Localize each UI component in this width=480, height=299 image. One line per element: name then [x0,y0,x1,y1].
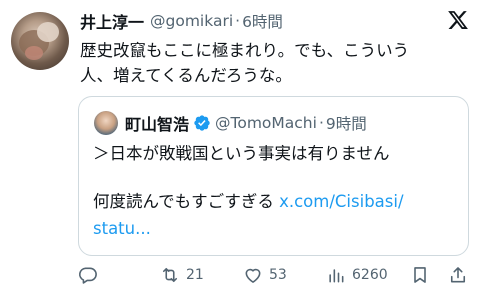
tweet-header: 井上淳一 @gomikari · 6時間 [80,10,283,32]
retweet-count: 21 [186,267,204,283]
tweet-text-line: 人、増えてくるんだろうな。 [80,66,292,85]
share-button[interactable] [448,265,468,285]
quoted-author-display-name: 町山智浩 [125,115,190,134]
quoted-tweet-comment: 何度読んでもすごすぎる [93,192,280,211]
x-logo-icon[interactable] [447,9,469,31]
quoted-author-avatar [94,111,118,135]
views-button[interactable]: 6260 [326,265,388,285]
tweet-actions-bar: 21 53 6260 [78,262,470,292]
tweet-text: 歴史改竄もここに極まれり。でも、こういう 人、増えてくるんだろうな。 [80,38,460,88]
separator-dot: · [235,12,241,30]
reply-icon [79,267,97,284]
quoted-tweet-text-line: 何度読んでもすごすぎる x.com/Cisibasi/ [93,190,404,214]
like-count: 53 [269,267,287,283]
bookmark-icon [414,267,426,283]
author-handle[interactable]: @gomikari [150,12,233,30]
reply-button[interactable] [78,265,104,285]
quoted-tweet-text: ＞日本が敗戦国という事実は有りません [93,144,390,163]
share-icon [450,267,466,283]
quoted-tweet[interactable]: 町山智浩 @TomoMachi · 9時間 ＞日本が敗戦国という事実は有りません… [78,96,469,256]
retweet-button[interactable]: 21 [160,265,204,285]
heart-icon [245,268,261,283]
retweet-icon [162,267,178,283]
verified-badge-icon [194,115,210,131]
quoted-tweet-timestamp: 9時間 [325,115,367,133]
tweet-timestamp[interactable]: 6時間 [242,10,283,32]
quoted-tweet-link-continuation[interactable]: statu... [93,217,151,241]
analytics-icon [329,269,344,283]
author-avatar[interactable] [11,12,69,70]
quoted-tweet-link[interactable]: x.com/Cisibasi/ [279,192,403,211]
separator-dot: · [318,114,324,132]
quoted-author-handle: @TomoMachi [215,114,317,132]
like-button[interactable]: 53 [243,265,287,285]
quoted-tweet-header: 町山智浩 @TomoMachi · 9時間 [125,111,367,135]
view-count: 6260 [352,267,388,283]
author-display-name[interactable]: 井上淳一 [80,9,144,33]
tweet-text-line: 歴史改竄もここに極まれり。でも、こういう [80,41,410,60]
bookmark-button[interactable] [410,265,430,285]
